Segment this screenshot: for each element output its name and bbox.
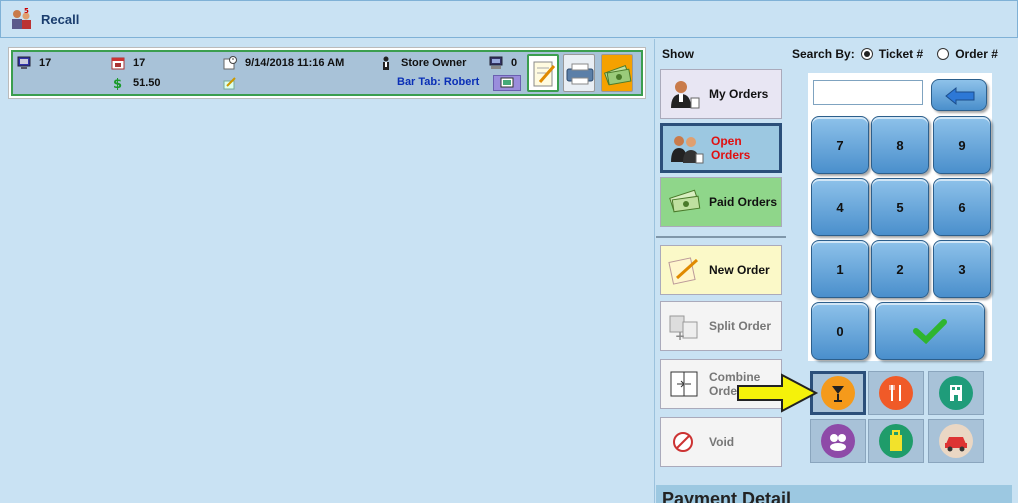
notepad-pencil-icon (532, 60, 556, 91)
edit-order-button[interactable] (527, 54, 559, 92)
bar-icon (821, 376, 855, 410)
order-type-dine-in-button[interactable] (868, 371, 924, 415)
open-orders-label: Open Orders (711, 134, 751, 162)
dine-in-icon (879, 376, 913, 410)
terminal-count: 0 (511, 57, 518, 69)
number-keypad: 7 8 9 4 5 6 1 2 3 0 (808, 73, 992, 361)
key-9[interactable]: 9 (933, 116, 991, 174)
combine-orders-icon (667, 368, 703, 400)
new-order-button[interactable]: New Order (660, 245, 782, 295)
order-type-delivery-button[interactable] (928, 419, 984, 463)
computer-icon (489, 56, 503, 70)
split-order-label: Split Order (709, 319, 772, 333)
void-button[interactable]: Void (660, 417, 782, 467)
terminal-cell: 0 (489, 56, 517, 70)
my-orders-button[interactable]: My Orders (660, 69, 782, 119)
table-number: 17 (39, 57, 52, 69)
search-input[interactable] (813, 80, 923, 105)
key-7[interactable]: 7 (811, 116, 869, 174)
order-card[interactable]: 17 17 $ 51.50 9/14/2018 11:16 AM Store O… (8, 47, 646, 99)
key-3[interactable]: 3 (933, 240, 991, 298)
ticket-radio-label: Ticket # (878, 47, 924, 61)
guest-count: 17 (133, 57, 146, 69)
money-icon (603, 61, 632, 90)
order-total: 51.50 (133, 77, 161, 89)
note-cell (223, 76, 245, 90)
key-2[interactable]: 2 (871, 240, 929, 298)
void-label: Void (709, 435, 735, 449)
total-cell: $ 51.50 (111, 76, 161, 92)
paid-orders-icon (667, 186, 703, 218)
datetime-cell: 9/14/2018 11:16 AM (223, 56, 344, 70)
order-radio-label: Order # (955, 47, 998, 61)
clock-calendar-icon (223, 56, 237, 70)
checkmark-icon (913, 318, 947, 344)
paid-orders-label: Paid Orders (709, 195, 778, 209)
key-8[interactable]: 8 (871, 116, 929, 174)
order-datetime: 9/14/2018 11:16 AM (245, 57, 345, 69)
key-5[interactable]: 5 (871, 178, 929, 236)
search-by: Search By: Ticket # Order # (792, 47, 998, 61)
order-type-takeout-button[interactable] (868, 419, 924, 463)
device-button[interactable] (493, 75, 521, 91)
pay-button[interactable] (601, 54, 633, 92)
hotel-icon (939, 376, 973, 410)
takeout-icon (879, 424, 913, 458)
paid-orders-button[interactable]: Paid Orders (660, 177, 782, 227)
device-icon (500, 77, 514, 89)
side-panel: Show Search By: Ticket # Order # My Orde… (656, 39, 1018, 503)
bar-tab-link[interactable]: Bar Tab: Robert (397, 76, 479, 88)
order-type-group-button[interactable] (810, 419, 866, 463)
enter-button[interactable] (875, 302, 985, 360)
dollar-icon: $ (111, 76, 125, 92)
backspace-arrow-icon (944, 86, 976, 109)
divider (656, 236, 786, 238)
server-name: Store Owner (401, 57, 467, 69)
new-order-icon (667, 254, 703, 286)
pointer-arrow-annotation (736, 372, 820, 414)
window-title: Recall (41, 11, 80, 27)
backspace-button[interactable] (931, 79, 987, 111)
note-pencil-icon (223, 76, 237, 90)
payment-detail-header: Payment Detail (656, 485, 1012, 503)
group-icon (821, 424, 855, 458)
guests-cell: 17 (111, 56, 145, 70)
orders-list-area: 17 17 $ 51.50 9/14/2018 11:16 AM Store O… (0, 39, 655, 503)
key-0[interactable]: 0 (811, 302, 869, 360)
svg-text:5: 5 (24, 7, 29, 15)
open-orders-button[interactable]: Open Orders (660, 123, 782, 173)
my-orders-label: My Orders (709, 87, 769, 101)
printer-icon (565, 63, 595, 88)
server-cell: Store Owner (379, 56, 466, 70)
svg-text:+: + (675, 329, 685, 342)
ticket-radio[interactable] (860, 48, 873, 60)
order-type-hotel-button[interactable] (928, 371, 984, 415)
order-radio[interactable] (937, 48, 950, 60)
monitor-icon (17, 56, 31, 70)
svg-text:$: $ (113, 77, 122, 90)
my-orders-icon (667, 78, 703, 110)
key-4[interactable]: 4 (811, 178, 869, 236)
waiter-icon (379, 56, 393, 70)
show-label: Show (662, 47, 694, 61)
table-cell: 17 (17, 56, 51, 70)
title-bar: 5 Recall (0, 0, 1018, 38)
calendar-icon (111, 56, 125, 70)
split-order-icon: + (667, 310, 703, 343)
void-icon (667, 426, 703, 458)
open-orders-icon (669, 132, 705, 164)
recall-app-icon: 5 (9, 7, 33, 31)
new-order-label: New Order (709, 263, 770, 277)
print-button[interactable] (563, 54, 595, 92)
delivery-icon (939, 424, 973, 458)
key-1[interactable]: 1 (811, 240, 869, 298)
search-by-label: Search By: (792, 47, 855, 61)
key-6[interactable]: 6 (933, 178, 991, 236)
split-order-button[interactable]: + Split Order (660, 301, 782, 351)
